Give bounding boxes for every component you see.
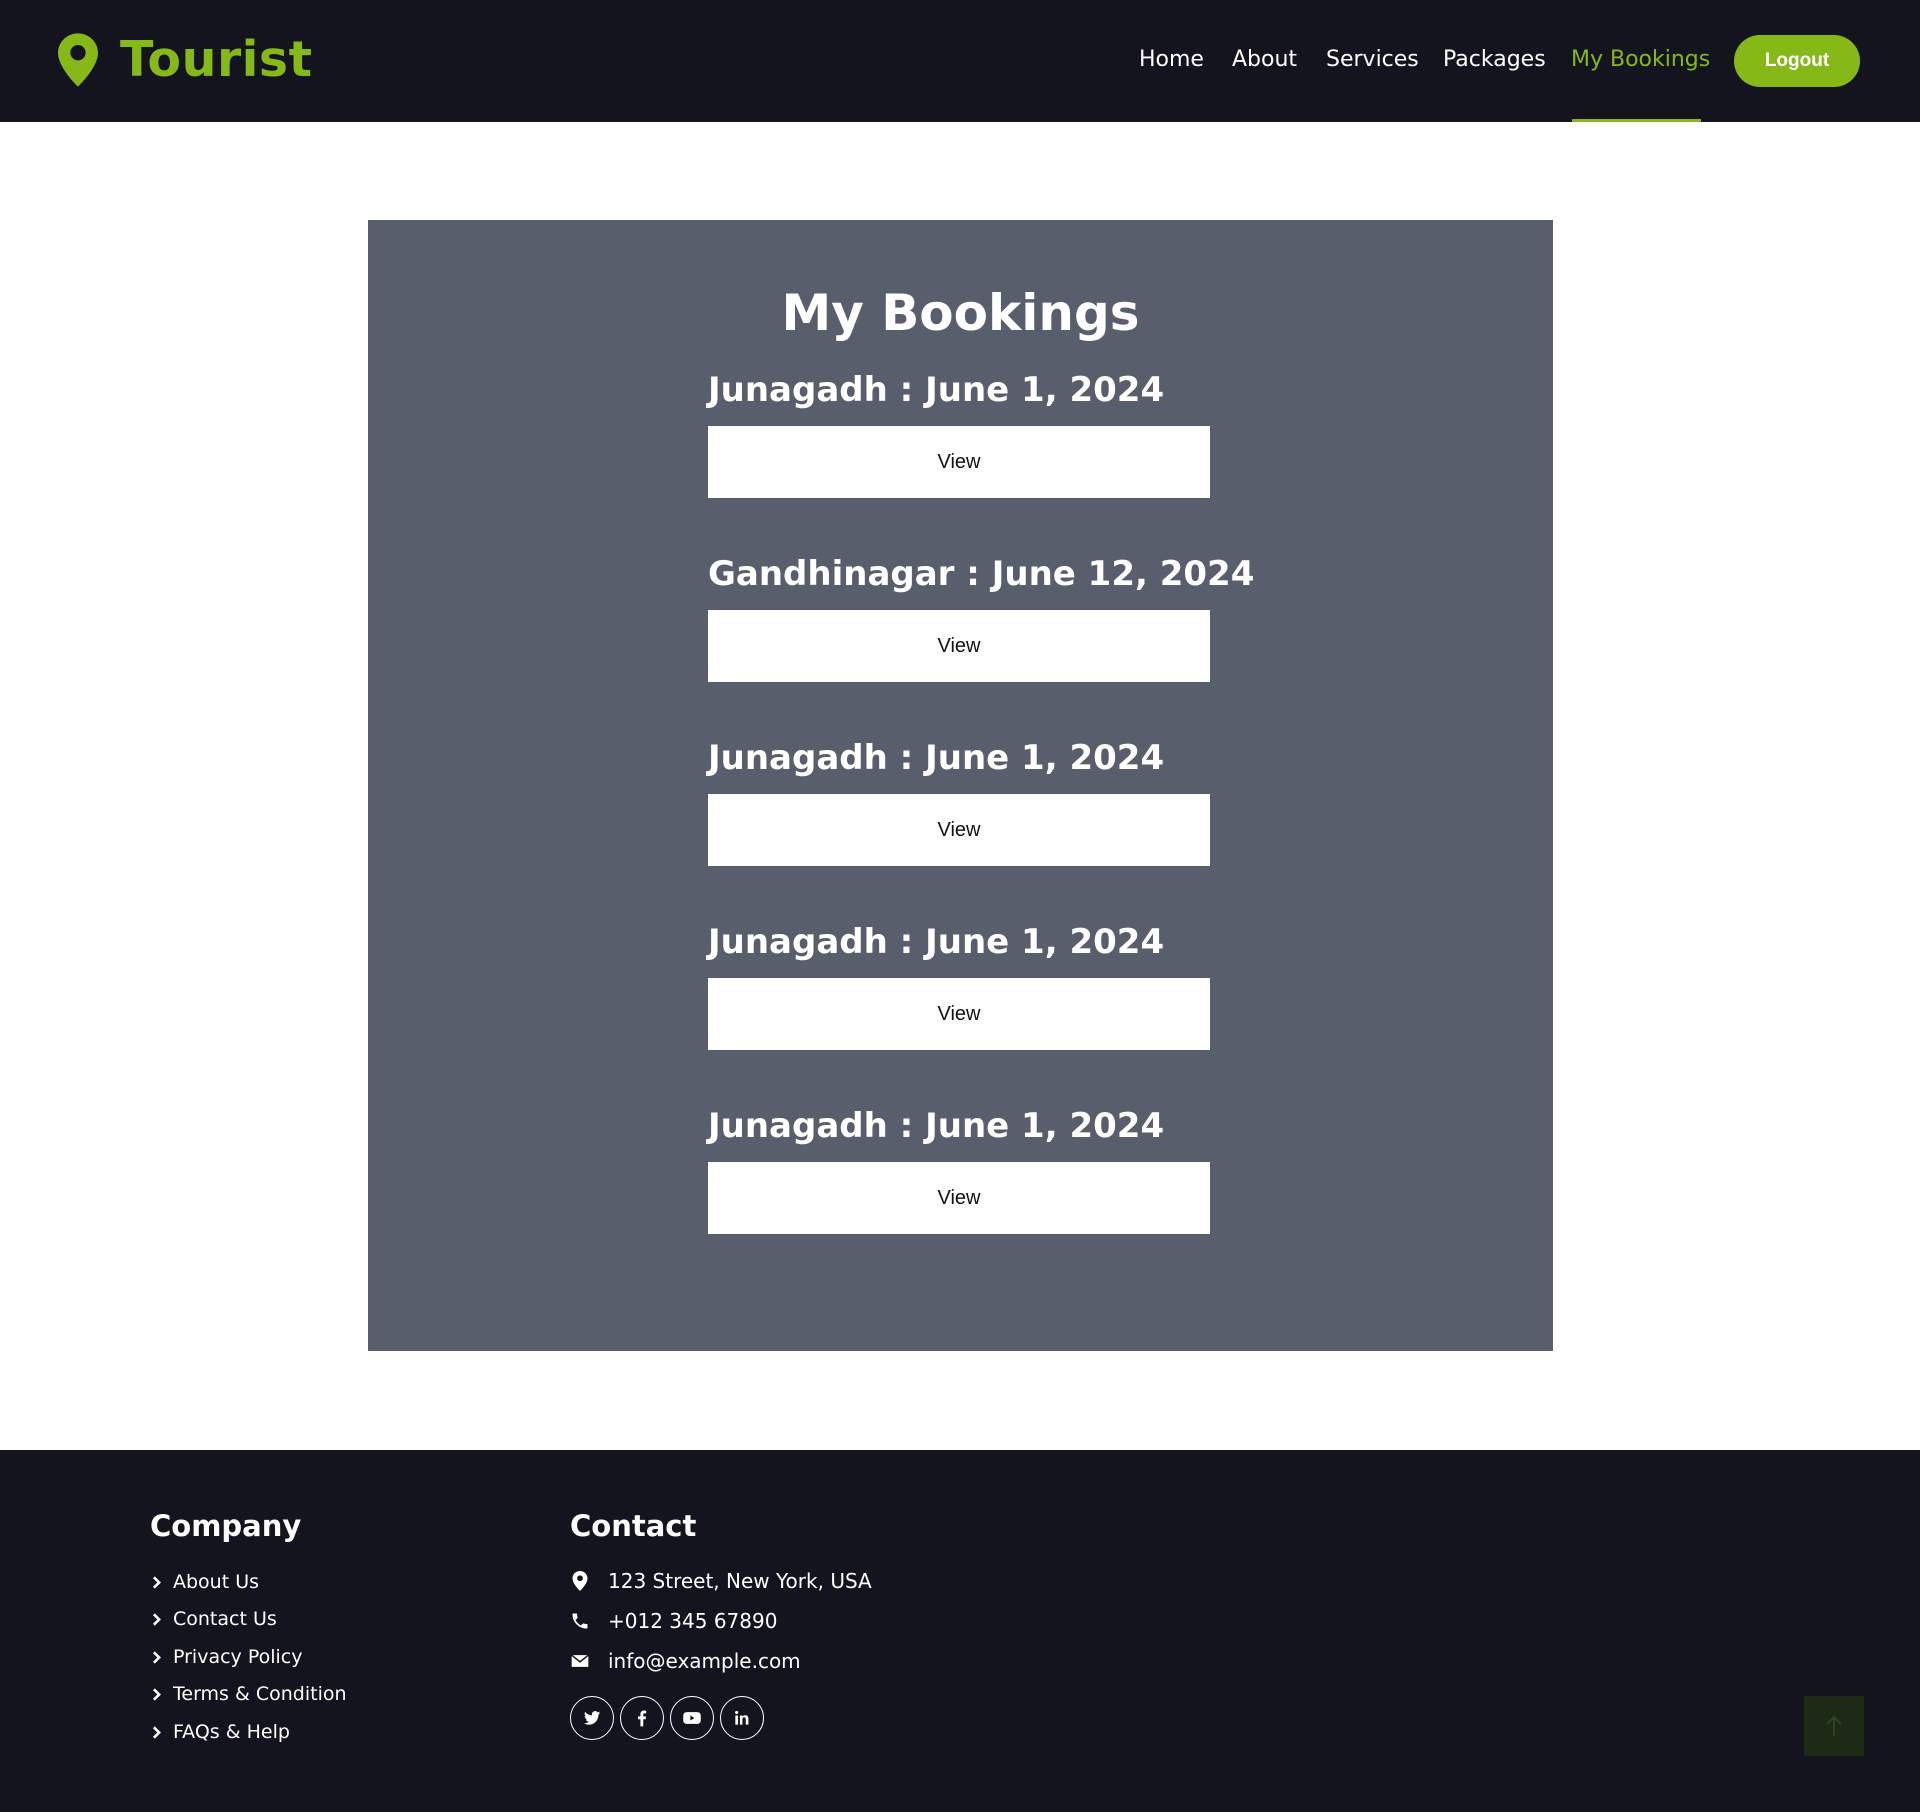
chevron-right-icon xyxy=(152,1612,161,1626)
page-title: My Bookings xyxy=(781,284,1140,342)
view-booking-button[interactable]: View xyxy=(708,794,1210,866)
footer: Company About Us Contact Us Privacy Poli… xyxy=(0,1450,1920,1812)
map-marker-icon xyxy=(572,1571,588,1591)
booking-title: Junagadh : June 1, 2024 xyxy=(708,1106,1165,1146)
booking-title: Junagadh : June 1, 2024 xyxy=(708,370,1165,410)
footer-link-label: About Us xyxy=(173,1571,260,1593)
booking-item: Junagadh : June 1, 2024 View xyxy=(708,1104,1213,1234)
view-booking-button[interactable]: View xyxy=(708,978,1210,1050)
view-booking-button[interactable]: View xyxy=(708,1162,1210,1234)
twitter-icon xyxy=(583,1711,601,1725)
footer-link-label: Privacy Policy xyxy=(173,1646,303,1668)
chevron-right-icon xyxy=(152,1650,161,1664)
logout-button[interactable]: Logout xyxy=(1734,35,1860,87)
contact-email: info@example.com xyxy=(570,1648,801,1674)
facebook-icon xyxy=(638,1710,647,1727)
booking-title: Gandhinagar : June 12, 2024 xyxy=(708,554,1255,594)
footer-link-about-us[interactable]: About Us xyxy=(150,1570,259,1594)
chevron-right-icon xyxy=(152,1575,161,1589)
company-heading: Company xyxy=(150,1509,302,1543)
footer-link-contact-us[interactable]: Contact Us xyxy=(150,1607,277,1631)
envelope-icon xyxy=(571,1654,589,1667)
phone-text: +012 345 67890 xyxy=(608,1609,778,1633)
back-to-top-button[interactable] xyxy=(1804,1696,1864,1756)
nav-packages[interactable]: Packages xyxy=(1443,46,1546,74)
contact-phone: +012 345 67890 xyxy=(570,1608,777,1634)
footer-link-label: Terms & Condition xyxy=(173,1683,347,1705)
contact-heading: Contact xyxy=(570,1509,697,1543)
booking-item: Junagadh : June 1, 2024 View xyxy=(708,368,1213,498)
footer-link-privacy-policy[interactable]: Privacy Policy xyxy=(150,1645,302,1669)
view-booking-button[interactable]: View xyxy=(708,426,1210,498)
map-pin-icon xyxy=(58,33,98,87)
youtube-icon xyxy=(683,1712,701,1724)
footer-link-terms[interactable]: Terms & Condition xyxy=(150,1682,347,1706)
brand-name: Tourist xyxy=(120,31,313,88)
booking-title: Junagadh : June 1, 2024 xyxy=(708,738,1165,778)
linkedin-button[interactable] xyxy=(720,1696,764,1740)
nav-services[interactable]: Services xyxy=(1326,46,1419,74)
chevron-right-icon xyxy=(152,1725,161,1739)
email-text: info@example.com xyxy=(608,1649,801,1673)
phone-icon xyxy=(572,1613,588,1629)
facebook-button[interactable] xyxy=(620,1696,664,1740)
footer-link-label: FAQs & Help xyxy=(173,1721,290,1743)
nav-about[interactable]: About xyxy=(1232,46,1297,74)
footer-link-label: Contact Us xyxy=(173,1608,277,1630)
booking-item: Junagadh : June 1, 2024 View xyxy=(708,920,1213,1050)
nav-my-bookings[interactable]: My Bookings xyxy=(1571,46,1710,74)
linkedin-icon xyxy=(735,1710,749,1725)
active-nav-indicator xyxy=(1572,119,1701,122)
booking-item: Gandhinagar : June 12, 2024 View xyxy=(708,552,1255,682)
social-links xyxy=(570,1696,764,1740)
footer-link-faqs[interactable]: FAQs & Help xyxy=(150,1720,290,1744)
bookings-card: My Bookings Junagadh : June 1, 2024 View… xyxy=(368,220,1553,1351)
nav-home[interactable]: Home xyxy=(1139,46,1204,74)
chevron-right-icon xyxy=(152,1687,161,1701)
brand-logo[interactable]: Tourist xyxy=(58,30,313,90)
contact-address: 123 Street, New York, USA xyxy=(570,1568,872,1594)
navbar: Tourist Home About Services Packages My … xyxy=(0,0,1920,122)
arrow-up-icon xyxy=(1826,1715,1842,1736)
youtube-button[interactable] xyxy=(670,1696,714,1740)
view-booking-button[interactable]: View xyxy=(708,610,1210,682)
address-text: 123 Street, New York, USA xyxy=(608,1569,872,1593)
twitter-button[interactable] xyxy=(570,1696,614,1740)
booking-item: Junagadh : June 1, 2024 View xyxy=(708,736,1213,866)
booking-title: Junagadh : June 1, 2024 xyxy=(708,922,1165,962)
